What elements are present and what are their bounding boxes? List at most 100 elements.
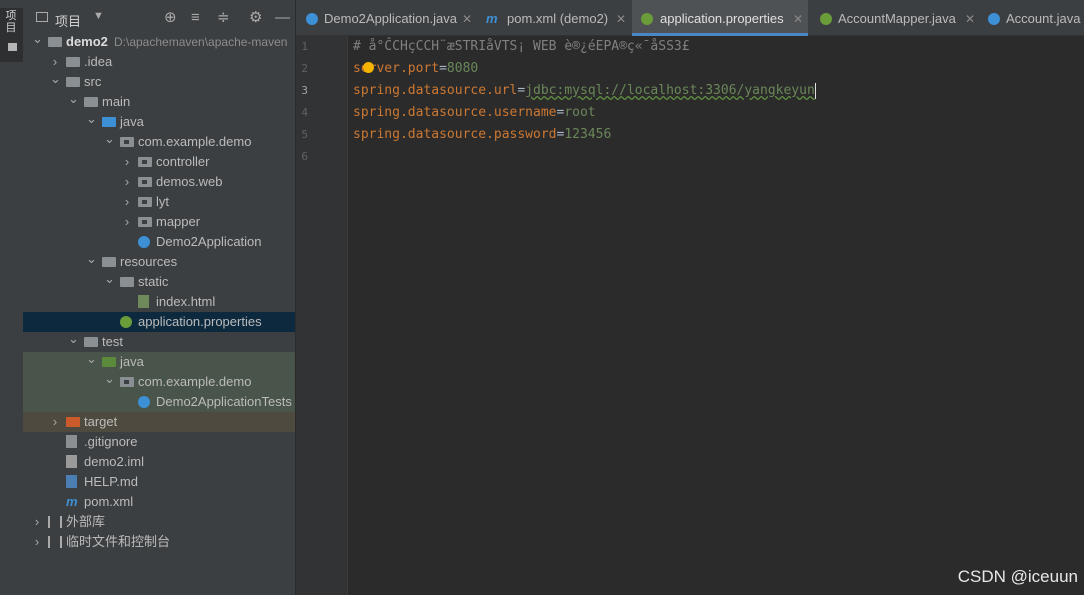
- chevron-right-icon[interactable]: ›: [122, 212, 132, 232]
- test-class-icon: [138, 396, 150, 408]
- editor-tab-bar: Demo2Application.java ✕ m pom.xml (demo2…: [296, 0, 1084, 36]
- tree-item[interactable]: ⌄ src: [23, 72, 295, 92]
- project-panel-title[interactable]: 项目: [55, 11, 81, 30]
- chevron-down-icon[interactable]: ⌄: [86, 352, 97, 369]
- tree-item[interactable]: ⌄ java: [23, 352, 295, 372]
- tree-item[interactable]: ⌄ com.example.demo: [23, 132, 295, 152]
- tab-account[interactable]: Account.java: [984, 0, 1084, 35]
- close-icon[interactable]: ✕: [462, 0, 472, 38]
- chevron-right-icon[interactable]: ›: [50, 52, 60, 72]
- spring-class-icon: [306, 13, 318, 25]
- chevron-down-icon[interactable]: ⌄: [50, 72, 61, 89]
- java-class-icon: [988, 13, 1000, 25]
- tree-item-label: controller: [156, 154, 210, 169]
- property-value: 123456: [564, 127, 612, 142]
- tree-item[interactable]: › demos.web: [23, 172, 295, 192]
- chevron-down-icon[interactable]: ⌄: [86, 252, 97, 269]
- tree-item[interactable]: ⌄ main: [23, 92, 295, 112]
- tree-item[interactable]: index.html: [23, 292, 295, 312]
- package-icon: [120, 137, 134, 147]
- line-number: 1: [301, 40, 308, 53]
- chevron-down-icon[interactable]: ▼: [93, 10, 104, 22]
- code-line-current: spring.datasource.url=jdbc:mysql://local…: [353, 82, 816, 99]
- project-panel-header: 项目 ▼ ⊕ ≡ ≑ ⚙ —: [23, 0, 295, 36]
- tree-item[interactable]: Demo2Application: [23, 232, 295, 252]
- line-number-gutter: 1 2 3 4 5 6: [296, 36, 348, 595]
- package-icon: [138, 177, 152, 187]
- package-icon: [138, 197, 152, 207]
- tree-item-label: main: [102, 94, 131, 109]
- tab-accountmapper[interactable]: AccountMapper.java ✕: [812, 0, 982, 35]
- chevron-down-icon[interactable]: ⌄: [104, 272, 115, 289]
- tree-item[interactable]: application.properties: [23, 312, 295, 332]
- folder-icon: [120, 277, 134, 287]
- collapse-all-icon[interactable]: ≑: [217, 9, 230, 27]
- project-tool-window-button[interactable]: 项目: [0, 8, 23, 62]
- tab-application-properties[interactable]: application.properties ✕: [632, 0, 808, 36]
- chevron-down-icon[interactable]: ⌄: [32, 32, 43, 49]
- tree-item[interactable]: Demo2ApplicationTests: [23, 392, 295, 412]
- tree-item[interactable]: demo2.iml: [23, 452, 295, 472]
- tree-item[interactable]: › 临时文件和控制台: [23, 532, 295, 552]
- tree-item[interactable]: › lyt: [23, 192, 295, 212]
- close-icon[interactable]: ✕: [965, 0, 975, 38]
- tree-item-label: Demo2Application: [156, 234, 262, 249]
- tree-item[interactable]: › 外部库: [23, 512, 295, 532]
- chevron-down-icon[interactable]: ⌄: [86, 112, 97, 129]
- tree-item[interactable]: › controller: [23, 152, 295, 172]
- line-number: 2: [301, 62, 308, 75]
- property-value: jdbc:mysql://localhost:3306/yangkeyun: [525, 83, 815, 98]
- tree-item[interactable]: ⌄ demo2 D:\apachemaven\apache-maven: [23, 32, 295, 52]
- interface-icon: [820, 13, 832, 25]
- chevron-right-icon[interactable]: ›: [122, 192, 132, 212]
- libraries-icon: [48, 516, 62, 528]
- resources-folder-icon: [102, 257, 116, 267]
- tree-item[interactable]: ⌄ test: [23, 332, 295, 352]
- close-icon[interactable]: ✕: [793, 0, 803, 38]
- folder-icon: [84, 97, 98, 107]
- tab-pom-xml[interactable]: m pom.xml (demo2) ✕: [478, 0, 628, 35]
- code-editor[interactable]: # å°ĈCHçCCH¨æSTRIåVTS¡ WEB è®¿éEPA®ç«¯åS…: [348, 36, 1084, 595]
- tree-item[interactable]: m pom.xml: [23, 492, 295, 512]
- intention-bulb-icon[interactable]: [363, 62, 374, 73]
- tree-item[interactable]: .gitignore: [23, 432, 295, 452]
- tree-item[interactable]: › mapper: [23, 212, 295, 232]
- tree-item-label: com.example.demo: [138, 134, 252, 149]
- chevron-right-icon[interactable]: ›: [122, 172, 132, 192]
- tree-item[interactable]: › .idea: [23, 52, 295, 72]
- property-value: root: [564, 105, 596, 120]
- tree-item-label: 临时文件和控制台: [66, 534, 171, 549]
- expand-all-icon[interactable]: ≡: [191, 9, 200, 27]
- chevron-right-icon[interactable]: ›: [50, 412, 60, 432]
- line-number: 5: [301, 128, 308, 141]
- tree-item[interactable]: › target: [23, 412, 295, 432]
- chevron-right-icon[interactable]: ›: [122, 152, 132, 172]
- tree-item[interactable]: ⌄ static: [23, 272, 295, 292]
- tree-item[interactable]: HELP.md: [23, 472, 295, 492]
- chevron-down-icon[interactable]: ⌄: [68, 92, 79, 109]
- html-file-icon: [138, 295, 149, 308]
- property-key: spring.datasource.password: [353, 127, 557, 142]
- chevron-down-icon[interactable]: ⌄: [104, 132, 115, 149]
- tree-item-label: index.html: [156, 294, 216, 309]
- project-stripe-label: 项目: [5, 10, 17, 34]
- chevron-down-icon[interactable]: ⌄: [104, 372, 115, 389]
- tree-item-label: Demo2ApplicationTests: [156, 394, 292, 409]
- minimize-icon[interactable]: —: [275, 9, 290, 27]
- gear-icon[interactable]: ⚙: [249, 9, 262, 27]
- locate-file-icon[interactable]: ⊕: [164, 9, 177, 27]
- chevron-right-icon[interactable]: ›: [32, 532, 42, 552]
- chevron-right-icon[interactable]: ›: [32, 512, 42, 532]
- tree-item[interactable]: ⌄ resources: [23, 252, 295, 272]
- chevron-down-icon[interactable]: ⌄: [68, 332, 79, 349]
- tree-item[interactable]: ⌄ com.example.demo: [23, 372, 295, 392]
- tree-item-label: pom.xml: [84, 494, 134, 509]
- close-icon[interactable]: ✕: [616, 0, 626, 38]
- package-icon: [120, 377, 134, 387]
- tree-item[interactable]: ⌄ java: [23, 112, 295, 132]
- tree-item-label: demo2.iml: [84, 454, 144, 469]
- tab-demo2application[interactable]: Demo2Application.java ✕: [296, 0, 476, 35]
- watermark: CSDN @iceuun: [957, 567, 1078, 586]
- line-number-current: 3: [301, 84, 308, 97]
- tree-item-label: mapper: [156, 214, 201, 229]
